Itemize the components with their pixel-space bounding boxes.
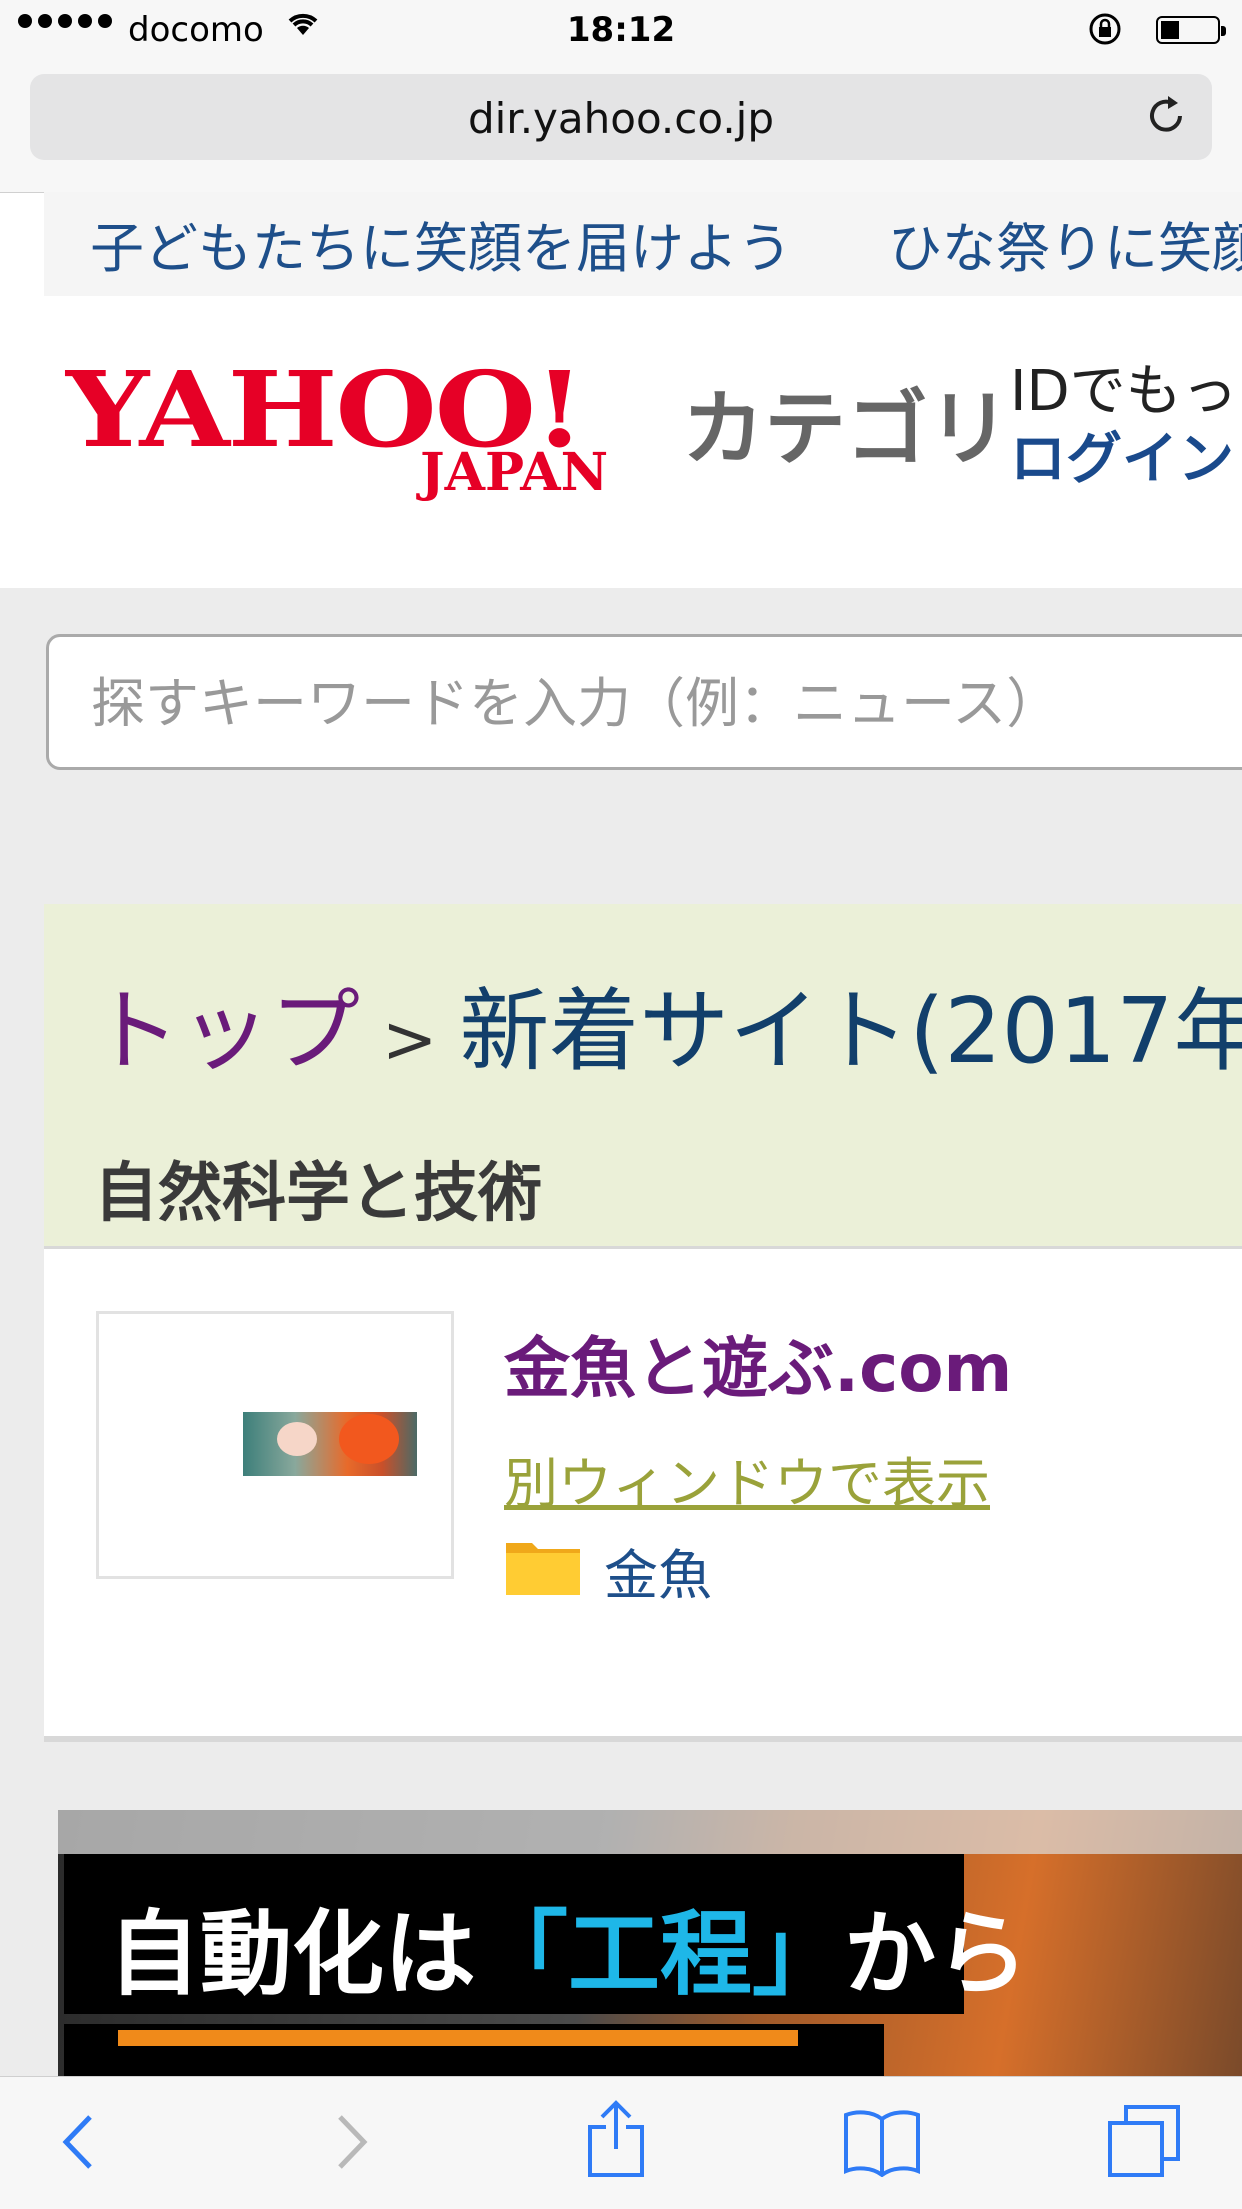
ad-decoration	[58, 1810, 1242, 1854]
open-new-window-link[interactable]: 別ウィンドウで表示	[504, 1439, 990, 1518]
site-header: YAHOO! JAPAN カテゴリ IDでもっ ログイン	[0, 296, 1242, 588]
yahoo-japan-logo-sub: JAPAN	[420, 442, 609, 503]
ad-text-prefix: 自動化は	[108, 1901, 477, 2008]
login-link[interactable]: ログイン	[1010, 414, 1234, 495]
forward-icon[interactable]	[330, 2107, 374, 2181]
category-link[interactable]: 金魚	[604, 1531, 712, 1610]
breadcrumb-separator: >	[382, 1001, 438, 1078]
url-text[interactable]: dir.yahoo.co.jp	[30, 94, 1212, 143]
browser-address-area: dir.yahoo.co.jp	[0, 62, 1242, 193]
ticker-link[interactable]: ひな祭りに笑顔	[888, 204, 1242, 283]
battery-icon	[1156, 16, 1226, 44]
ad-banner[interactable]: 自動化は「工程」から	[58, 1810, 1242, 2076]
ad-headline: 自動化は「工程」から	[108, 1880, 1028, 2013]
promo-ticker: 子どもたちに笑顔を届けよう ひな祭りに笑顔	[44, 192, 1242, 296]
ticker-link[interactable]: 子どもたちに笑顔を届けよう	[90, 204, 792, 283]
goldfish-image	[243, 1412, 417, 1476]
site-title-link[interactable]: 金魚と遊ぶ.com	[504, 1315, 1012, 1411]
ad-decoration	[118, 2030, 798, 2076]
browser-toolbar	[0, 2076, 1242, 2209]
breadcrumb-current: 新着サイト(2017年	[459, 979, 1242, 1084]
search-box[interactable]	[46, 634, 1242, 770]
back-icon[interactable]	[56, 2107, 100, 2181]
search-input[interactable]	[89, 667, 1193, 739]
site-thumbnail[interactable]	[96, 1311, 454, 1579]
category-logo[interactable]: カテゴリ	[682, 362, 1010, 481]
site-listing-card: 金魚と遊ぶ.com 別ウィンドウで表示 金魚	[44, 1246, 1242, 1742]
clock: 18:12	[566, 10, 676, 50]
breadcrumb-panel: トップ > 新着サイト(2017年 自然科学と技術	[44, 904, 1242, 1246]
breadcrumb-top-link[interactable]: トップ	[90, 979, 360, 1084]
share-icon[interactable]	[584, 2099, 648, 2183]
section-title: 自然科学と技術	[94, 1157, 542, 1231]
folder-icon	[504, 1535, 582, 1597]
ad-text-suffix: から	[844, 1901, 1029, 2008]
reload-icon[interactable]	[1142, 92, 1190, 144]
tabs-icon[interactable]	[1104, 2101, 1184, 2185]
status-bar: docomo 18:12	[0, 0, 1242, 62]
ad-text-highlight: 「工程」	[476, 1901, 845, 2008]
rotation-lock-icon	[1088, 12, 1122, 55]
breadcrumb: トップ > 新着サイト(2017年	[90, 958, 1242, 1088]
bookmarks-icon[interactable]	[842, 2107, 922, 2181]
address-bar[interactable]: dir.yahoo.co.jp	[30, 74, 1212, 160]
